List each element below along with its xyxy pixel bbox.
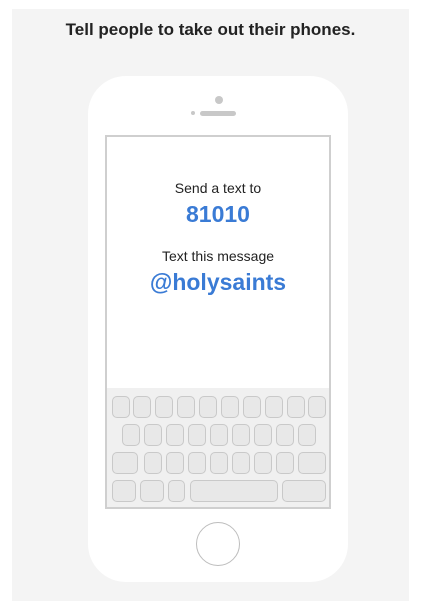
phone-screen: Send a text to 81010 Text this message @…	[105, 135, 331, 509]
home-button-icon	[196, 522, 240, 566]
keyboard-key	[210, 452, 228, 474]
keyboard-key	[232, 424, 250, 446]
send-text-label: Send a text to	[174, 180, 262, 196]
short-code-number: 81010	[186, 201, 250, 227]
keyboard-key	[155, 396, 173, 418]
keyboard-key	[133, 396, 151, 418]
keyboard-key	[221, 396, 239, 418]
keyboard-key	[144, 452, 162, 474]
keyboard-return-key	[282, 480, 326, 502]
keyboard-numbers-key	[112, 480, 136, 502]
keyboard-key	[232, 452, 250, 474]
keyboard-illustration	[107, 388, 329, 507]
headline: Tell people to take out their phones.	[65, 20, 356, 39]
keyboard-key	[265, 396, 283, 418]
keyboard-key	[308, 396, 326, 418]
message-area: Send a text to 81010 Text this message @…	[107, 137, 329, 388]
keyboard-key	[188, 452, 206, 474]
keyboard-key	[112, 396, 130, 418]
keyboard-key	[254, 424, 272, 446]
sensor-icon	[191, 111, 195, 115]
keyboard-key	[166, 452, 184, 474]
keyboard-space-key	[190, 480, 278, 502]
keyboard-key	[287, 396, 305, 418]
keyboard-key	[166, 424, 184, 446]
keyboard-key	[298, 424, 316, 446]
keyboard-key	[199, 396, 217, 418]
keyboard-key	[276, 424, 294, 446]
keyboard-key	[210, 424, 228, 446]
keyboard-shift-key	[112, 452, 138, 474]
speaker-icon	[200, 111, 236, 116]
keyboard-backspace-key	[298, 452, 326, 474]
keyboard-key	[276, 452, 294, 474]
keyboard-key	[243, 396, 261, 418]
message-label: Text this message	[161, 248, 275, 264]
keyboard-globe-key	[140, 480, 164, 502]
phone-illustration: Send a text to 81010 Text this message @…	[88, 76, 348, 582]
keyboard-key	[254, 452, 272, 474]
keyboard-mic-key	[168, 480, 185, 502]
message-keyword: @holysaints	[149, 269, 287, 295]
keyboard-key	[188, 424, 206, 446]
keyboard-key	[177, 396, 195, 418]
keyboard-key	[122, 424, 140, 446]
camera-icon	[215, 96, 223, 104]
keyboard-key	[144, 424, 162, 446]
